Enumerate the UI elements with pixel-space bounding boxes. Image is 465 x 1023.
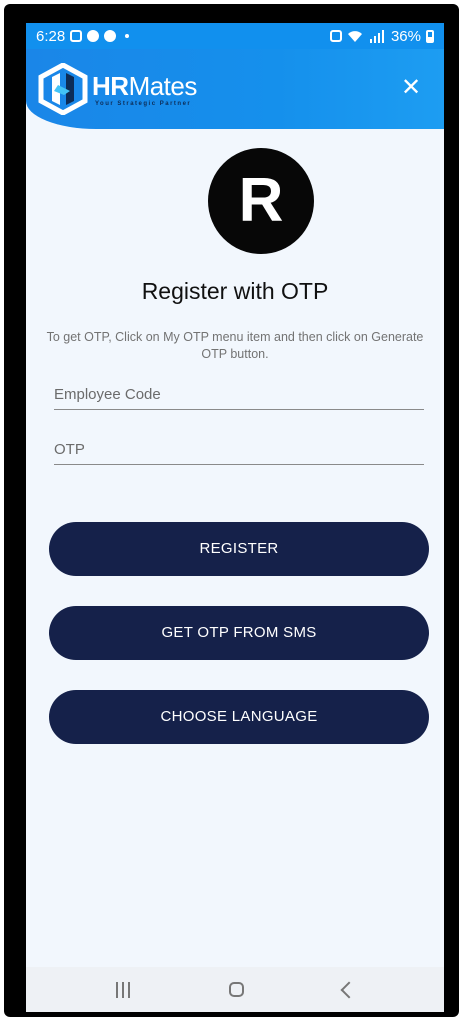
wifi-icon <box>347 30 362 42</box>
home-icon[interactable] <box>228 982 244 997</box>
instructions-text: To get OTP, Click on My OTP menu item an… <box>46 330 424 361</box>
app-header: HRMates Your Strategic Partner ✕ <box>26 49 444 129</box>
signal-icon <box>369 29 384 43</box>
app-icon <box>87 30 100 42</box>
otp-field[interactable] <box>54 434 424 465</box>
battery-icon <box>426 29 434 43</box>
app-icon <box>104 30 117 42</box>
status-time: 6:28 <box>36 27 66 45</box>
app-screen: 6:28 36% HRMates Your Strategic Partner … <box>26 23 444 1012</box>
status-right: 36% <box>329 27 434 45</box>
back-icon[interactable] <box>340 981 357 998</box>
logo-wordmark: HRMates <box>92 73 197 99</box>
system-nav-bar <box>26 967 444 1012</box>
phone-frame: 6:28 36% HRMates Your Strategic Partner … <box>4 4 459 1017</box>
status-left: 6:28 <box>36 27 130 45</box>
page-title: Register with OTP <box>141 278 329 304</box>
close-icon[interactable]: ✕ <box>398 75 424 101</box>
logo-wordmark-hr: HR <box>92 71 129 101</box>
employee-code-field[interactable] <box>54 379 424 410</box>
logo-tagline: Your Strategic Partner <box>95 101 192 107</box>
hrmates-logo-icon <box>38 63 88 115</box>
avatar: R <box>208 148 314 254</box>
register-button[interactable]: REGISTER <box>49 522 429 576</box>
more-notifications-dot <box>125 34 130 38</box>
logo-wordmark-mates: Mates <box>128 71 198 101</box>
choose-language-button[interactable]: CHOOSE LANGUAGE <box>49 690 429 744</box>
get-otp-from-sms-button[interactable]: GET OTP FROM SMS <box>49 606 429 660</box>
recent-apps-icon[interactable] <box>115 981 130 998</box>
battery-percent: 36% <box>390 27 421 45</box>
status-bar: 6:28 36% <box>26 23 444 49</box>
notification-icon <box>70 30 83 42</box>
alarm-icon <box>329 30 342 42</box>
